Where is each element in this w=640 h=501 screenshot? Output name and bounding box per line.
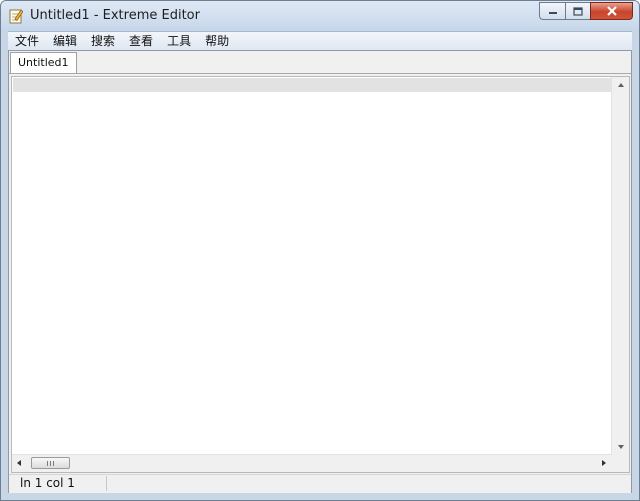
thumb-grip-icon [50,461,51,466]
client-area: Untitled1 ln 1 col 1 [8,50,632,493]
status-panel-empty [109,476,627,491]
menu-edit[interactable]: 编辑 [46,32,84,50]
menu-tools[interactable]: 工具 [160,32,198,50]
status-bar: ln 1 col 1 [9,474,631,493]
menu-view[interactable]: 查看 [122,32,160,50]
menu-search[interactable]: 搜索 [84,32,122,50]
caption-buttons [539,2,633,21]
editor-frame [11,76,630,473]
thumb-grip-icon [47,461,48,466]
title-bar[interactable]: Untitled1 - Extreme Editor [1,1,639,31]
menu-bar: 文件 编辑 搜索 查看 工具 帮助 [8,31,632,50]
scroll-left-arrow-icon[interactable] [17,460,21,466]
close-icon [606,6,617,16]
menu-help[interactable]: 帮助 [198,32,236,50]
window-title: Untitled1 - Extreme Editor [30,8,200,23]
horizontal-scrollbar[interactable] [12,454,612,472]
minimize-icon [548,12,557,14]
thumb-grip-icon [53,461,54,466]
app-window: Untitled1 - Extreme Editor 文件 编辑 搜索 查看 工… [0,0,640,501]
scrollbar-corner [612,455,629,472]
menu-file[interactable]: 文件 [8,32,46,50]
scroll-down-arrow-icon[interactable] [618,445,624,449]
scroll-up-arrow-icon[interactable] [618,83,624,87]
cursor-position-status: ln 1 col 1 [12,476,107,491]
horizontal-scroll-thumb[interactable] [31,457,70,469]
editor-text-area[interactable] [13,78,613,454]
notepad-pencil-icon [9,9,23,24]
tab-untitled1[interactable]: Untitled1 [10,52,77,73]
maximize-icon [573,6,583,16]
minimize-button[interactable] [539,2,565,20]
tab-strip: Untitled1 [9,51,631,74]
scroll-right-arrow-icon[interactable] [602,460,606,466]
maximize-button[interactable] [565,2,590,20]
close-button[interactable] [590,2,633,20]
vertical-scrollbar[interactable] [611,77,629,455]
